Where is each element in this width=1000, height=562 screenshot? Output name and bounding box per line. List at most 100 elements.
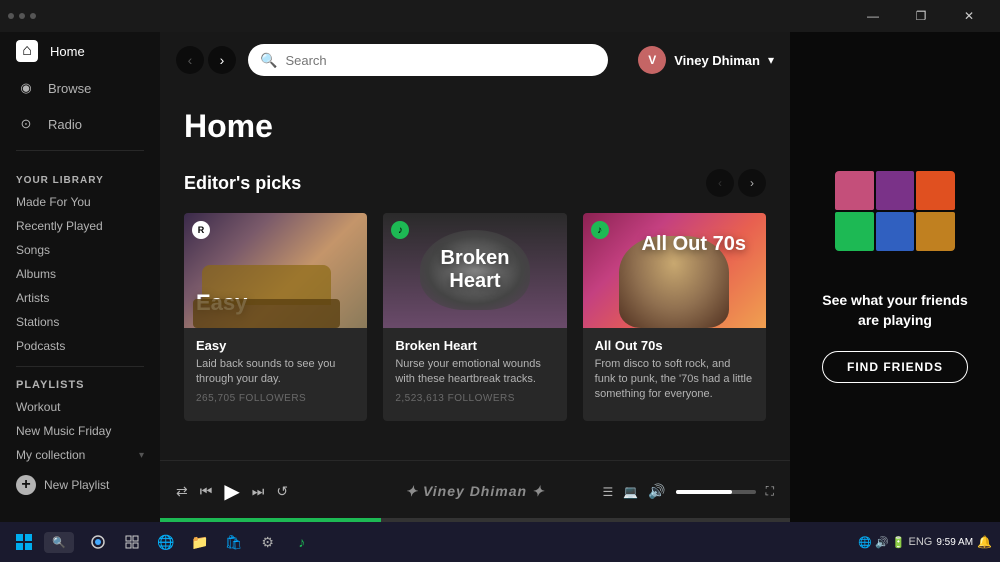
repeat-icon[interactable]: ↺ bbox=[276, 483, 288, 500]
next-track-icon[interactable]: ⏭ bbox=[252, 483, 265, 500]
taskbar: 🔍 🌐 📁 🛍 ⚙ ♪ 🌐 🔊 🔋 ENG bbox=[0, 522, 1000, 562]
taskbar-icon-store[interactable]: 🛍 bbox=[218, 526, 250, 558]
taskbar-network-icon[interactable]: 🌐 bbox=[858, 536, 872, 549]
restore-button[interactable]: ❐ bbox=[898, 0, 944, 32]
taskbar-icon-cortana[interactable] bbox=[82, 526, 114, 558]
search-input[interactable] bbox=[285, 53, 596, 68]
section-nav: ‹ › bbox=[706, 169, 766, 197]
avatar-initials: V bbox=[648, 53, 656, 67]
taskbar-icon-spotify[interactable]: ♪ bbox=[286, 526, 318, 558]
content-header: ‹ › 🔍 V Viney Dhiman ▾ bbox=[160, 32, 790, 88]
user-name: Viney Dhiman bbox=[674, 53, 760, 68]
volume-bar[interactable] bbox=[676, 490, 756, 494]
taskbar-app-icons: 🌐 📁 🛍 ⚙ ♪ bbox=[82, 526, 318, 558]
sidebar-item-albums[interactable]: Albums bbox=[0, 262, 160, 286]
sidebar-divider-1 bbox=[16, 150, 144, 151]
card-easy-info: Easy Laid back sounds to see you through… bbox=[184, 328, 367, 417]
card-easy-title: Easy bbox=[196, 338, 355, 353]
card-easy[interactable]: R Easy Easy Laid back sounds to see you … bbox=[184, 213, 367, 421]
playlist-item-my-collection[interactable]: My collection ▾ bbox=[0, 443, 160, 467]
title-dot-3 bbox=[30, 13, 36, 19]
card-easy-image: R Easy bbox=[184, 213, 367, 328]
progress-bar bbox=[160, 518, 790, 522]
player-bar: ⇄ ⏮ ▶ ⏭ ↺ ✦ Viney Dhiman ✦ ☰ 💻 🔊 ⛶ bbox=[160, 460, 790, 522]
sidebar-item-home[interactable]: ⌂ Home bbox=[0, 32, 160, 70]
card-broken-heart-title: Broken Heart bbox=[395, 338, 554, 353]
minimize-button[interactable]: — bbox=[850, 0, 896, 32]
radio-icon: ⊙ bbox=[16, 114, 36, 134]
user-profile[interactable]: V Viney Dhiman ▾ bbox=[638, 46, 774, 74]
sidebar-item-stations[interactable]: Stations bbox=[0, 310, 160, 334]
friends-text: See what your friends are playing bbox=[810, 291, 980, 330]
plus-circle-icon: + bbox=[16, 475, 36, 495]
taskbar-icon-settings[interactable]: ⚙ bbox=[252, 526, 284, 558]
my-collection-expand-icon: ▾ bbox=[139, 450, 144, 461]
taskbar-search-icon: 🔍 bbox=[52, 536, 66, 549]
card-easy-badge: R bbox=[192, 221, 210, 239]
player-right: ☰ 💻 🔊 ⛶ bbox=[602, 483, 774, 500]
devices-icon[interactable]: 💻 bbox=[623, 485, 638, 499]
friends-art bbox=[825, 171, 965, 271]
card-all-out-70s[interactable]: ♪ All Out 70s All Out 70s From disco to … bbox=[583, 213, 766, 421]
sidebar-radio-label: Radio bbox=[48, 117, 82, 132]
fullscreen-icon[interactable]: ⛶ bbox=[766, 484, 774, 499]
card-70s-image: ♪ All Out 70s bbox=[583, 213, 766, 328]
title-dot-2 bbox=[19, 13, 25, 19]
page-title: Home bbox=[184, 108, 766, 145]
start-button[interactable] bbox=[8, 526, 40, 558]
main-content: ‹ › 🔍 V Viney Dhiman ▾ Home Editor's pic… bbox=[160, 32, 790, 522]
taskbar-search[interactable]: 🔍 bbox=[44, 532, 74, 553]
card-easy-overlay-label: Easy bbox=[196, 290, 247, 316]
search-bar[interactable]: 🔍 bbox=[248, 44, 608, 76]
queue-icon[interactable]: ☰ bbox=[602, 485, 613, 499]
art-cell-6 bbox=[916, 212, 955, 251]
sidebar-item-recently-played[interactable]: Recently Played bbox=[0, 214, 160, 238]
sidebar-item-radio[interactable]: ⊙ Radio bbox=[0, 106, 160, 142]
find-friends-button[interactable]: FIND FRIENDS bbox=[822, 351, 968, 383]
art-cell-1 bbox=[835, 171, 874, 210]
windows-icon bbox=[16, 534, 32, 550]
card-broken-heart[interactable]: ♪ Broken Heart Broken Heart Nurse your e… bbox=[383, 213, 566, 421]
taskbar-icon-task-view[interactable] bbox=[116, 526, 148, 558]
taskbar-volume-icon[interactable]: 🔊 bbox=[875, 536, 889, 549]
volume-icon: 🔊 bbox=[648, 483, 665, 500]
card-easy-followers: 265,705 FOLLOWERS bbox=[196, 393, 355, 404]
sidebar-item-artists[interactable]: Artists bbox=[0, 286, 160, 310]
taskbar-clock: 9:59 AM bbox=[936, 536, 973, 549]
section-next-button[interactable]: › bbox=[738, 169, 766, 197]
card-70s-info: All Out 70s From disco to soft rock, and… bbox=[583, 328, 766, 421]
forward-button[interactable]: › bbox=[208, 46, 236, 74]
sidebar-item-browse[interactable]: ◉ Browse bbox=[0, 70, 160, 106]
play-pause-icon[interactable]: ▶ bbox=[224, 479, 239, 504]
card-broken-heart-followers: 2,523,613 FOLLOWERS bbox=[395, 393, 554, 404]
taskbar-icon-explorer[interactable]: 📁 bbox=[184, 526, 216, 558]
sidebar-item-made-for-you[interactable]: Made For You bbox=[0, 190, 160, 214]
playlist-item-new-music-friday[interactable]: New Music Friday bbox=[0, 419, 160, 443]
chevron-down-icon: ▾ bbox=[768, 53, 774, 67]
taskbar-time: 9:59 AM bbox=[936, 536, 973, 549]
progress-fill bbox=[160, 518, 381, 522]
section-prev-button[interactable]: ‹ bbox=[706, 169, 734, 197]
prev-track-icon[interactable]: ⏮ bbox=[200, 483, 213, 500]
art-cell-2 bbox=[876, 171, 915, 210]
volume-fill bbox=[676, 490, 732, 494]
close-button[interactable]: ✕ bbox=[946, 0, 992, 32]
playlist-item-workout[interactable]: Workout bbox=[0, 395, 160, 419]
card-easy-desc: Laid back sounds to see you through your… bbox=[196, 357, 355, 388]
taskbar-battery-icon: 🔋 bbox=[892, 536, 906, 549]
card-70s-overlay-label: All Out 70s bbox=[642, 233, 746, 256]
art-cell-4 bbox=[835, 212, 874, 251]
nav-arrows: ‹ › bbox=[176, 46, 236, 74]
title-bar-dots bbox=[8, 13, 36, 19]
taskbar-icon-edge[interactable]: 🌐 bbox=[150, 526, 182, 558]
right-panel: See what your friends are playing FIND F… bbox=[790, 32, 1000, 522]
sidebar-item-podcasts[interactable]: Podcasts bbox=[0, 334, 160, 358]
new-playlist-button[interactable]: + New Playlist bbox=[0, 467, 160, 503]
back-button[interactable]: ‹ bbox=[176, 46, 204, 74]
sidebar-item-songs[interactable]: Songs bbox=[0, 238, 160, 262]
shuffle-icon[interactable]: ⇄ bbox=[176, 483, 188, 500]
home-icon: ⌂ bbox=[16, 40, 38, 62]
taskbar-notification-icon[interactable]: 🔔 bbox=[977, 535, 992, 549]
taskbar-sys-icons: 🌐 🔊 🔋 ENG bbox=[858, 536, 932, 549]
title-bar: — ❐ ✕ bbox=[0, 0, 1000, 32]
